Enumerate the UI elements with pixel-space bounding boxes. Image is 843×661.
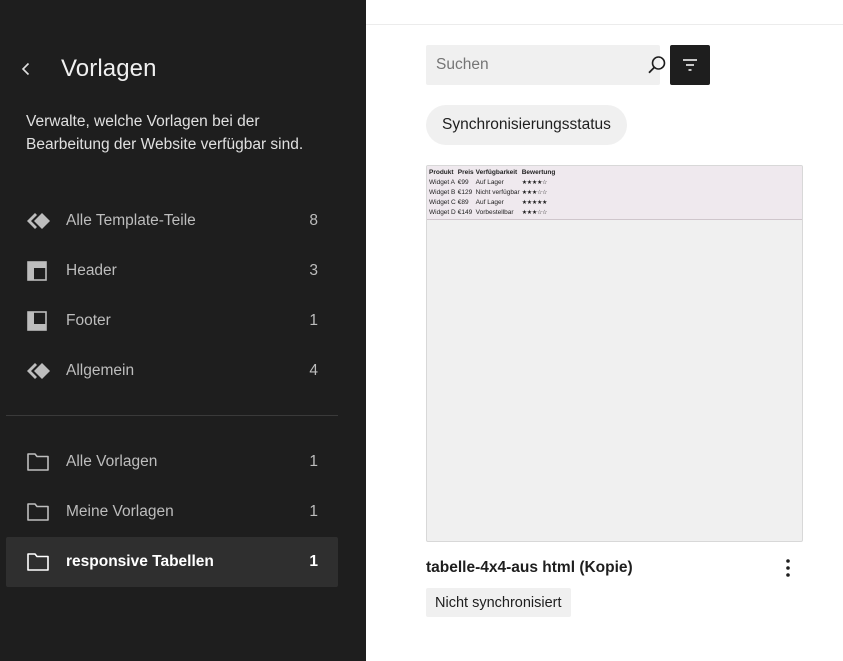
symbol-diamond-icon xyxy=(26,209,56,233)
preview-cell: ★★★☆☆ xyxy=(521,189,548,196)
main-content: Synchronisierungsstatus Produkt Preis Ve… xyxy=(366,0,843,661)
sidebar-item-all-patterns[interactable]: Alle Vorlagen 1 xyxy=(6,437,338,487)
sidebar-item-count: 8 xyxy=(309,212,318,229)
preview-cell: €89 xyxy=(457,198,469,206)
preview-header-cell: Produkt xyxy=(429,168,454,176)
more-actions-button[interactable] xyxy=(776,554,800,582)
sidebar-item-count: 1 xyxy=(309,503,318,520)
search-input[interactable] xyxy=(426,56,646,74)
preview-row: Widget D €149 Vorbestellbar ★★★☆☆ xyxy=(428,207,556,217)
top-bar xyxy=(366,0,843,25)
pattern-categories-nav: Alle Vorlagen 1 Meine Vorlagen 1 respons… xyxy=(6,437,338,587)
sidebar-item-label: Allgemein xyxy=(66,362,135,379)
preview-cell: Widget D xyxy=(429,208,456,216)
chevron-left-icon xyxy=(21,62,30,76)
sidebar-item-count: 1 xyxy=(309,553,318,570)
footer-layout-icon xyxy=(26,309,56,333)
preview-cell: ★★★★★ xyxy=(521,199,548,206)
preview-table: Produkt Preis Verfügbarkeit Bewertung Wi… xyxy=(427,166,802,220)
preview-cell: €129 xyxy=(457,188,473,196)
symbol-diamond-icon xyxy=(26,359,56,383)
preview-cell: ★★★★☆ xyxy=(521,179,548,186)
sync-status-badge: Nicht synchronisiert xyxy=(426,588,571,617)
preview-header-cell: Bewertung xyxy=(521,168,556,176)
sidebar-item-count: 3 xyxy=(309,262,318,279)
preview-cell: Auf Lager xyxy=(475,198,504,206)
more-vertical-icon xyxy=(786,559,790,577)
search-icon[interactable] xyxy=(646,45,668,85)
sidebar-item-header[interactable]: Header 3 xyxy=(6,246,338,296)
sidebar-item-label: responsive Tabellen xyxy=(66,553,214,570)
search-box xyxy=(426,45,666,85)
sidebar: Vorlagen Verwalte, welche Vorlagen bei d… xyxy=(0,0,366,661)
preview-row: Widget A €99 Auf Lager ★★★★☆ xyxy=(428,177,556,187)
filter-icon xyxy=(683,59,697,71)
sidebar-item-general[interactable]: Allgemein 4 xyxy=(6,346,338,396)
preview-cell: Widget A xyxy=(429,178,456,186)
preview-row: Widget C €89 Auf Lager ★★★★★ xyxy=(428,197,556,207)
preview-cell: Widget C xyxy=(429,198,456,206)
preview-header-cell: Preis xyxy=(457,168,474,176)
preview-cell: €149 xyxy=(457,208,473,216)
sidebar-divider xyxy=(6,415,338,416)
folder-icon xyxy=(26,500,56,524)
sidebar-item-count: 1 xyxy=(309,453,318,470)
header-layout-icon xyxy=(26,259,56,283)
template-parts-nav: Alle Template-Teile 8 Header 3 Footer 1 … xyxy=(6,196,338,396)
back-button[interactable] xyxy=(14,56,38,82)
sync-status-filter-chip[interactable]: Synchronisierungsstatus xyxy=(426,105,627,145)
preview-cell: Vorbestellbar xyxy=(475,208,514,216)
preview-cell: Nicht verfügbar xyxy=(475,188,520,196)
page-description: Verwalte, welche Vorlagen bei der Bearbe… xyxy=(26,113,304,153)
sidebar-item-count: 1 xyxy=(309,312,318,329)
preview-row: Widget B €129 Nicht verfügbar ★★★☆☆ xyxy=(428,187,556,197)
pattern-card-preview[interactable]: Produkt Preis Verfügbarkeit Bewertung Wi… xyxy=(426,165,803,542)
preview-cell: Widget B xyxy=(429,188,456,196)
preview-cell: Auf Lager xyxy=(475,178,504,186)
page-title: Vorlagen xyxy=(61,55,157,82)
filter-button[interactable] xyxy=(670,45,710,85)
sidebar-item-my-patterns[interactable]: Meine Vorlagen 1 xyxy=(6,487,338,537)
preview-header-cell: Verfügbarkeit xyxy=(475,168,518,176)
sidebar-item-count: 4 xyxy=(309,362,318,379)
sidebar-item-label: Alle Template-Teile xyxy=(66,212,196,229)
sidebar-item-label: Alle Vorlagen xyxy=(66,453,158,470)
sidebar-item-footer[interactable]: Footer 1 xyxy=(6,296,338,346)
sidebar-item-responsive-tables[interactable]: responsive Tabellen 1 xyxy=(6,537,338,587)
folder-icon xyxy=(26,550,56,574)
sidebar-item-label: Meine Vorlagen xyxy=(66,503,174,520)
sidebar-item-all-template-parts[interactable]: Alle Template-Teile 8 xyxy=(6,196,338,246)
sidebar-item-label: Footer xyxy=(66,312,111,329)
preview-cell: €99 xyxy=(457,178,469,186)
folder-icon xyxy=(26,450,56,474)
preview-cell: ★★★☆☆ xyxy=(521,209,548,216)
sidebar-item-label: Header xyxy=(66,262,117,279)
pattern-title[interactable]: tabelle-4x4-aus html (Kopie) xyxy=(426,559,633,577)
